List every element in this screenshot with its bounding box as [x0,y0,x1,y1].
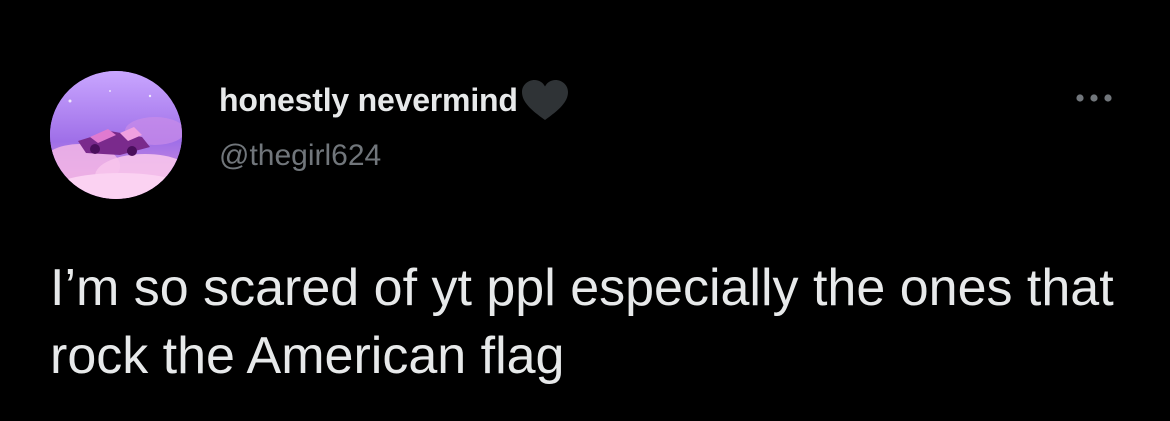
author-handle[interactable]: @thegirl624 [219,139,381,173]
avatar[interactable] [50,71,182,199]
more-button[interactable] [1066,80,1122,116]
avatar-image [50,71,182,199]
display-name[interactable]: honestly nevermind [219,82,518,119]
tweet: honestly nevermind @thegirl624 I’m so sc… [0,0,1170,421]
author-name-row[interactable]: honestly nevermind [219,78,571,122]
black-heart-icon [521,80,568,120]
more-horizontal-icon [1076,94,1112,102]
tweet-text: I’m so scared of yt ppl especially the o… [50,259,1114,385]
